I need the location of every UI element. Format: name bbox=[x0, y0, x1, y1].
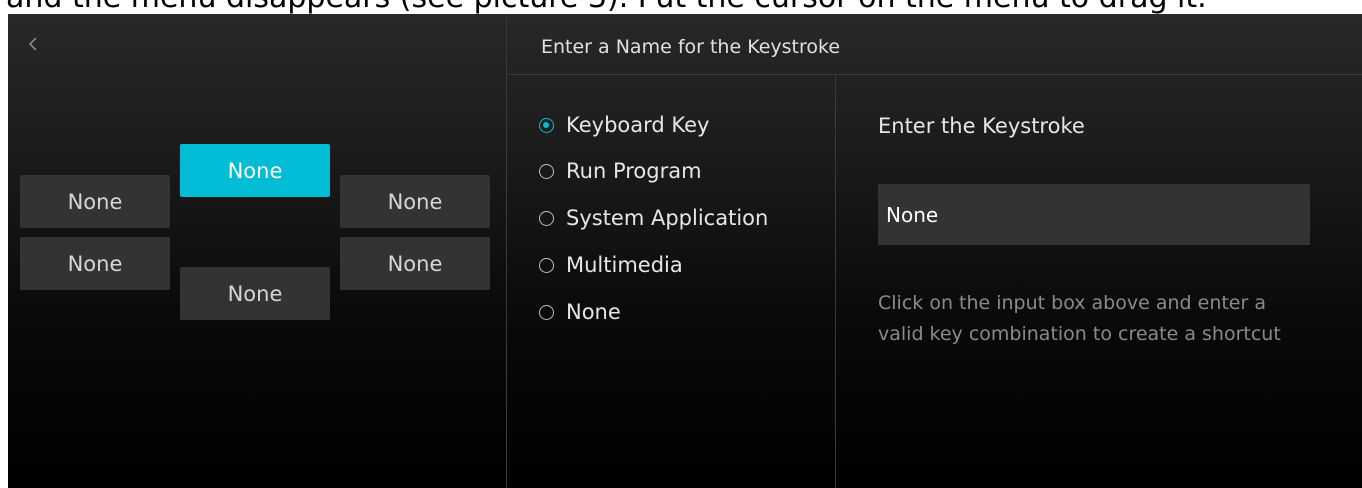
express-key-6-label: None bbox=[227, 281, 283, 306]
radio-unchecked-icon bbox=[539, 210, 554, 226]
express-key-5-button[interactable]: None bbox=[340, 237, 490, 290]
page: and the menu disappears (see picture 3).… bbox=[0, 0, 1362, 488]
radio-label: Keyboard Key bbox=[566, 113, 710, 137]
express-key-5-label: None bbox=[387, 251, 443, 276]
express-key-1-button[interactable]: None bbox=[180, 144, 330, 197]
radio-unchecked-icon bbox=[539, 304, 554, 320]
express-key-2-label: None bbox=[67, 189, 123, 214]
radio-checked-icon bbox=[539, 117, 554, 133]
radio-unchecked-icon bbox=[539, 163, 554, 179]
express-key-4-label: None bbox=[67, 251, 123, 276]
express-key-4-button[interactable]: None bbox=[20, 237, 170, 290]
keystroke-title: Enter the Keystroke bbox=[878, 114, 1085, 138]
radio-keyboard-key[interactable]: Keyboard Key bbox=[539, 109, 709, 141]
keystroke-input[interactable]: None bbox=[878, 184, 1310, 245]
express-key-3-button[interactable]: None bbox=[340, 175, 490, 228]
radio-none[interactable]: None bbox=[539, 296, 621, 328]
header-divider bbox=[506, 74, 1362, 75]
radio-label: Multimedia bbox=[566, 253, 683, 277]
express-key-3-label: None bbox=[387, 189, 443, 214]
column-divider-right bbox=[835, 74, 836, 488]
column-divider-left bbox=[506, 14, 507, 488]
chevron-left-icon[interactable] bbox=[22, 32, 46, 56]
radio-label: Run Program bbox=[566, 159, 702, 183]
keystroke-name-title: Enter a Name for the Keystroke bbox=[541, 36, 841, 58]
radio-system-application[interactable]: System Application bbox=[539, 202, 768, 234]
express-key-1-label: None bbox=[227, 158, 283, 183]
express-key-2-button[interactable]: None bbox=[20, 175, 170, 228]
radio-unchecked-icon bbox=[539, 257, 554, 273]
radio-label: System Application bbox=[566, 206, 769, 230]
radio-label: None bbox=[566, 300, 621, 324]
radio-multimedia[interactable]: Multimedia bbox=[539, 249, 683, 281]
express-key-6-button[interactable]: None bbox=[180, 267, 330, 320]
radio-run-program[interactable]: Run Program bbox=[539, 155, 702, 187]
key-settings-window: None None None None None None Enter a Na… bbox=[8, 14, 1362, 488]
keystroke-help-text: Click on the input box above and enter a… bbox=[878, 292, 1281, 345]
